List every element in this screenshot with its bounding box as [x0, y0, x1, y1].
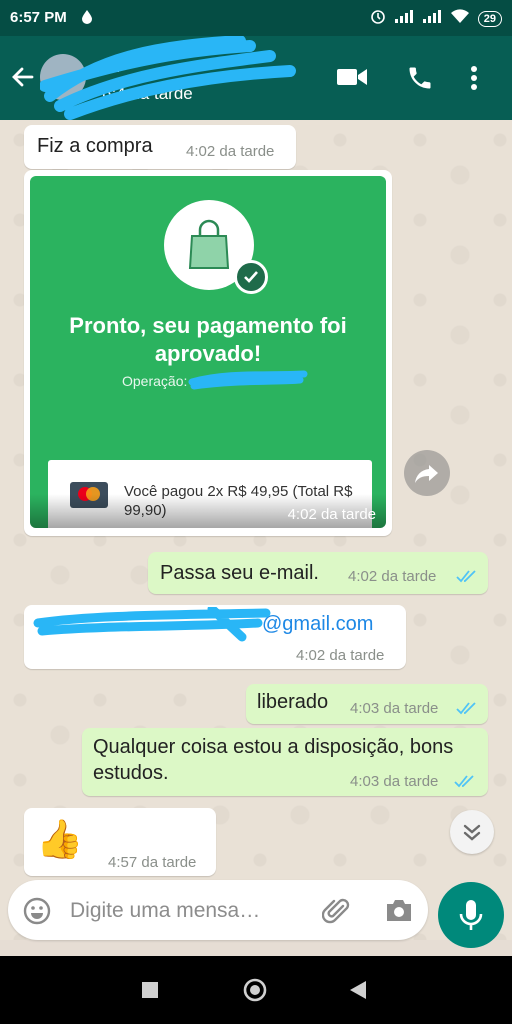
message-text: Fiz a compra	[37, 135, 153, 157]
microphone-button[interactable]	[438, 882, 504, 948]
video-call-icon[interactable]	[336, 64, 368, 95]
incoming-message[interactable]: Fiz a compra 4:02 da tarde	[24, 125, 296, 169]
back-arrow-icon[interactable]	[10, 64, 36, 95]
message-time: 4:02 da tarde	[348, 568, 437, 585]
signal-icon-2	[422, 9, 442, 28]
read-receipt-icon	[456, 702, 476, 715]
back-button[interactable]	[350, 981, 366, 1004]
wifi-icon	[450, 8, 470, 29]
redaction-scribble	[40, 36, 296, 120]
emoji-icon[interactable]	[22, 896, 52, 931]
attach-icon[interactable]	[321, 896, 352, 931]
payment-receipt-image[interactable]: Pronto, seu pagamento foi aprovado! Oper…	[30, 176, 386, 528]
message-text: liberado	[257, 691, 329, 713]
camera-icon[interactable]	[384, 896, 414, 929]
chat-area[interactable]: Fiz a compra 4:02 da tarde Pronto, seu p…	[0, 120, 512, 940]
scroll-to-bottom-button[interactable]	[450, 810, 494, 854]
status-bar: 6:57 PM 29	[0, 0, 512, 36]
message-time: 4:57 da tarde	[108, 854, 197, 871]
message-time: 4:03 da tarde	[350, 700, 439, 717]
message-composer	[8, 880, 428, 940]
recent-apps-button[interactable]	[142, 982, 158, 1003]
chat-header: … 6:4 da tarde	[0, 36, 512, 120]
read-receipt-icon	[454, 775, 474, 788]
redaction-scribble	[33, 607, 271, 642]
redaction-scribble	[188, 370, 308, 390]
message-time: 4:03 da tarde	[350, 773, 439, 790]
signal-icon	[394, 9, 414, 28]
message-text: Passa seu e-mail.	[160, 562, 319, 584]
incoming-message[interactable]: 👍 4:57 da tarde	[24, 808, 216, 876]
payment-image-message[interactable]: Pronto, seu pagamento foi aprovado! Oper…	[24, 170, 392, 536]
read-receipt-icon	[456, 570, 476, 583]
battery-indicator: 29	[477, 10, 502, 27]
outgoing-message[interactable]: liberado 4:03 da tarde	[246, 684, 488, 724]
notification-icon	[80, 9, 94, 30]
message-time: 4:02 da tarde	[186, 143, 275, 160]
status-time: 6:57 PM	[10, 9, 67, 26]
outgoing-message[interactable]: Passa seu e-mail. 4:02 da tarde	[148, 552, 488, 594]
message-time: 4:02 da tarde	[296, 647, 385, 664]
payment-title: Pronto, seu pagamento foi aprovado!	[69, 313, 347, 366]
message-input[interactable]	[68, 890, 312, 932]
more-options-icon[interactable]	[470, 64, 478, 97]
system-navigation-bar	[0, 956, 512, 1024]
incoming-message[interactable]: @gmail.com 4:02 da tarde	[24, 605, 406, 669]
forward-button[interactable]	[404, 450, 450, 496]
check-badge-icon	[234, 260, 268, 294]
home-button[interactable]	[243, 978, 267, 1007]
operation-label: Operação:	[122, 373, 188, 389]
outgoing-message[interactable]: Qualquer coisa estou a disposição, bons …	[82, 728, 488, 796]
email-link[interactable]: @gmail.com	[262, 611, 373, 637]
alarm-icon	[370, 8, 386, 29]
phone-call-icon[interactable]	[406, 64, 434, 97]
thumbs-up-emoji: 👍	[36, 819, 84, 861]
message-time: 4:02 da tarde	[287, 506, 376, 523]
